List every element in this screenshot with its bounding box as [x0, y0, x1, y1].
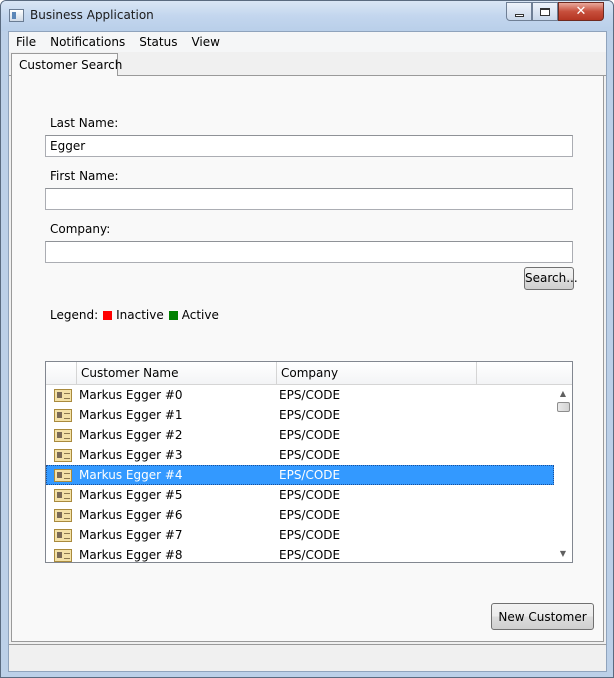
tab-customer-search[interactable]: Customer Search [11, 53, 122, 77]
new-customer-button[interactable]: New Customer [491, 603, 594, 630]
client-area: File Notifications Status View Customer … [8, 31, 607, 672]
table-row[interactable]: Markus Egger #6 EPS/CODE [46, 505, 554, 525]
close-icon: ✕ [575, 4, 587, 19]
table-row[interactable]: Markus Egger #7 EPS/CODE [46, 525, 554, 545]
header-company[interactable]: Company [277, 362, 477, 385]
customer-name-cell: Markus Egger #4 [79, 468, 183, 482]
company-cell: EPS/CODE [279, 468, 341, 482]
table-row[interactable]: Markus Egger #1 EPS/CODE [46, 405, 554, 425]
status-bar [9, 644, 606, 671]
id-card-icon [54, 409, 72, 422]
id-card-icon [54, 449, 72, 462]
company-cell: EPS/CODE [279, 488, 341, 502]
header-icon-column[interactable] [46, 362, 77, 385]
app-window-icon[interactable] [9, 9, 24, 22]
company-input[interactable] [45, 241, 573, 263]
grid-header: Customer Name Company [46, 362, 572, 385]
id-card-icon [54, 429, 72, 442]
vertical-scrollbar[interactable]: ▲ ▼ [554, 385, 572, 562]
table-row[interactable]: Markus Egger #8 EPS/CODE [46, 545, 554, 562]
header-customer-name[interactable]: Customer Name [77, 362, 277, 385]
menu-bar: File Notifications Status View [9, 32, 606, 52]
table-row[interactable]: Markus Egger #5 EPS/CODE [46, 485, 554, 505]
company-cell: EPS/CODE [279, 408, 341, 422]
scroll-thumb[interactable] [557, 402, 570, 412]
id-card-icon [54, 529, 72, 542]
customer-name-cell: Markus Egger #5 [79, 488, 183, 502]
table-row[interactable]: Markus Egger #3 EPS/CODE [46, 445, 554, 465]
header-filler [477, 362, 572, 385]
inactive-swatch [103, 310, 113, 320]
scroll-up-icon[interactable]: ▲ [554, 385, 572, 402]
menu-file[interactable]: File [9, 32, 43, 52]
minimize-icon [514, 13, 524, 17]
company-cell: EPS/CODE [279, 428, 341, 442]
customer-name-cell: Markus Egger #2 [79, 428, 183, 442]
customer-name-cell: Markus Egger #6 [79, 508, 183, 522]
legend-label: Legend: [50, 308, 99, 322]
active-swatch [168, 310, 178, 320]
menu-view[interactable]: View [184, 32, 226, 52]
first-name-input[interactable] [45, 188, 573, 210]
table-row[interactable]: Markus Egger #4 EPS/CODE [46, 465, 554, 485]
maximize-icon [540, 7, 550, 16]
company-cell: EPS/CODE [279, 548, 341, 562]
customer-grid[interactable]: Customer Name Company Markus Egger #0 EPS… [45, 361, 573, 563]
id-card-icon [54, 489, 72, 502]
customer-name-cell: Markus Egger #8 [79, 548, 183, 562]
company-cell: EPS/CODE [279, 448, 341, 462]
company-label: Company: [50, 222, 111, 236]
first-name-label: First Name: [50, 169, 119, 183]
tab-strip: Customer Search [9, 52, 606, 77]
table-row[interactable]: Markus Egger #2 EPS/CODE [46, 425, 554, 445]
legend: Legend: Inactive Active [50, 308, 219, 322]
customer-name-cell: Markus Egger #7 [79, 528, 183, 542]
legend-active-label: Active [181, 308, 219, 322]
table-row[interactable]: Markus Egger #0 EPS/CODE [46, 385, 554, 405]
maximize-button[interactable] [532, 2, 558, 21]
search-button[interactable]: Search... [524, 267, 578, 290]
menu-status[interactable]: Status [132, 32, 184, 52]
id-card-icon [54, 549, 72, 562]
company-cell: EPS/CODE [279, 508, 341, 522]
last-name-label: Last Name: [50, 116, 119, 130]
window-title: Business Application [30, 8, 154, 22]
grid-rows: Markus Egger #0 EPS/CODE Markus Egger #1 EP… [46, 385, 554, 562]
scroll-down-icon[interactable]: ▼ [554, 545, 572, 562]
close-button[interactable]: ✕ [558, 2, 604, 21]
customer-name-cell: Markus Egger #1 [79, 408, 183, 422]
id-card-icon [54, 509, 72, 522]
id-card-icon [54, 469, 72, 482]
customer-search-panel: Last Name: First Name: Company: Search..… [11, 76, 604, 642]
company-cell: EPS/CODE [279, 388, 341, 402]
id-card-icon [54, 389, 72, 402]
application-window: Business Application ✕ File Notification… [0, 0, 614, 678]
customer-name-cell: Markus Egger #0 [79, 388, 183, 402]
title-bar[interactable]: Business Application ✕ [1, 1, 613, 31]
last-name-input[interactable] [45, 135, 573, 157]
legend-inactive-label: Inactive [116, 308, 164, 322]
customer-name-cell: Markus Egger #3 [79, 448, 183, 462]
menu-notifications[interactable]: Notifications [43, 32, 132, 52]
minimize-button[interactable] [506, 2, 532, 21]
company-cell: EPS/CODE [279, 528, 341, 542]
